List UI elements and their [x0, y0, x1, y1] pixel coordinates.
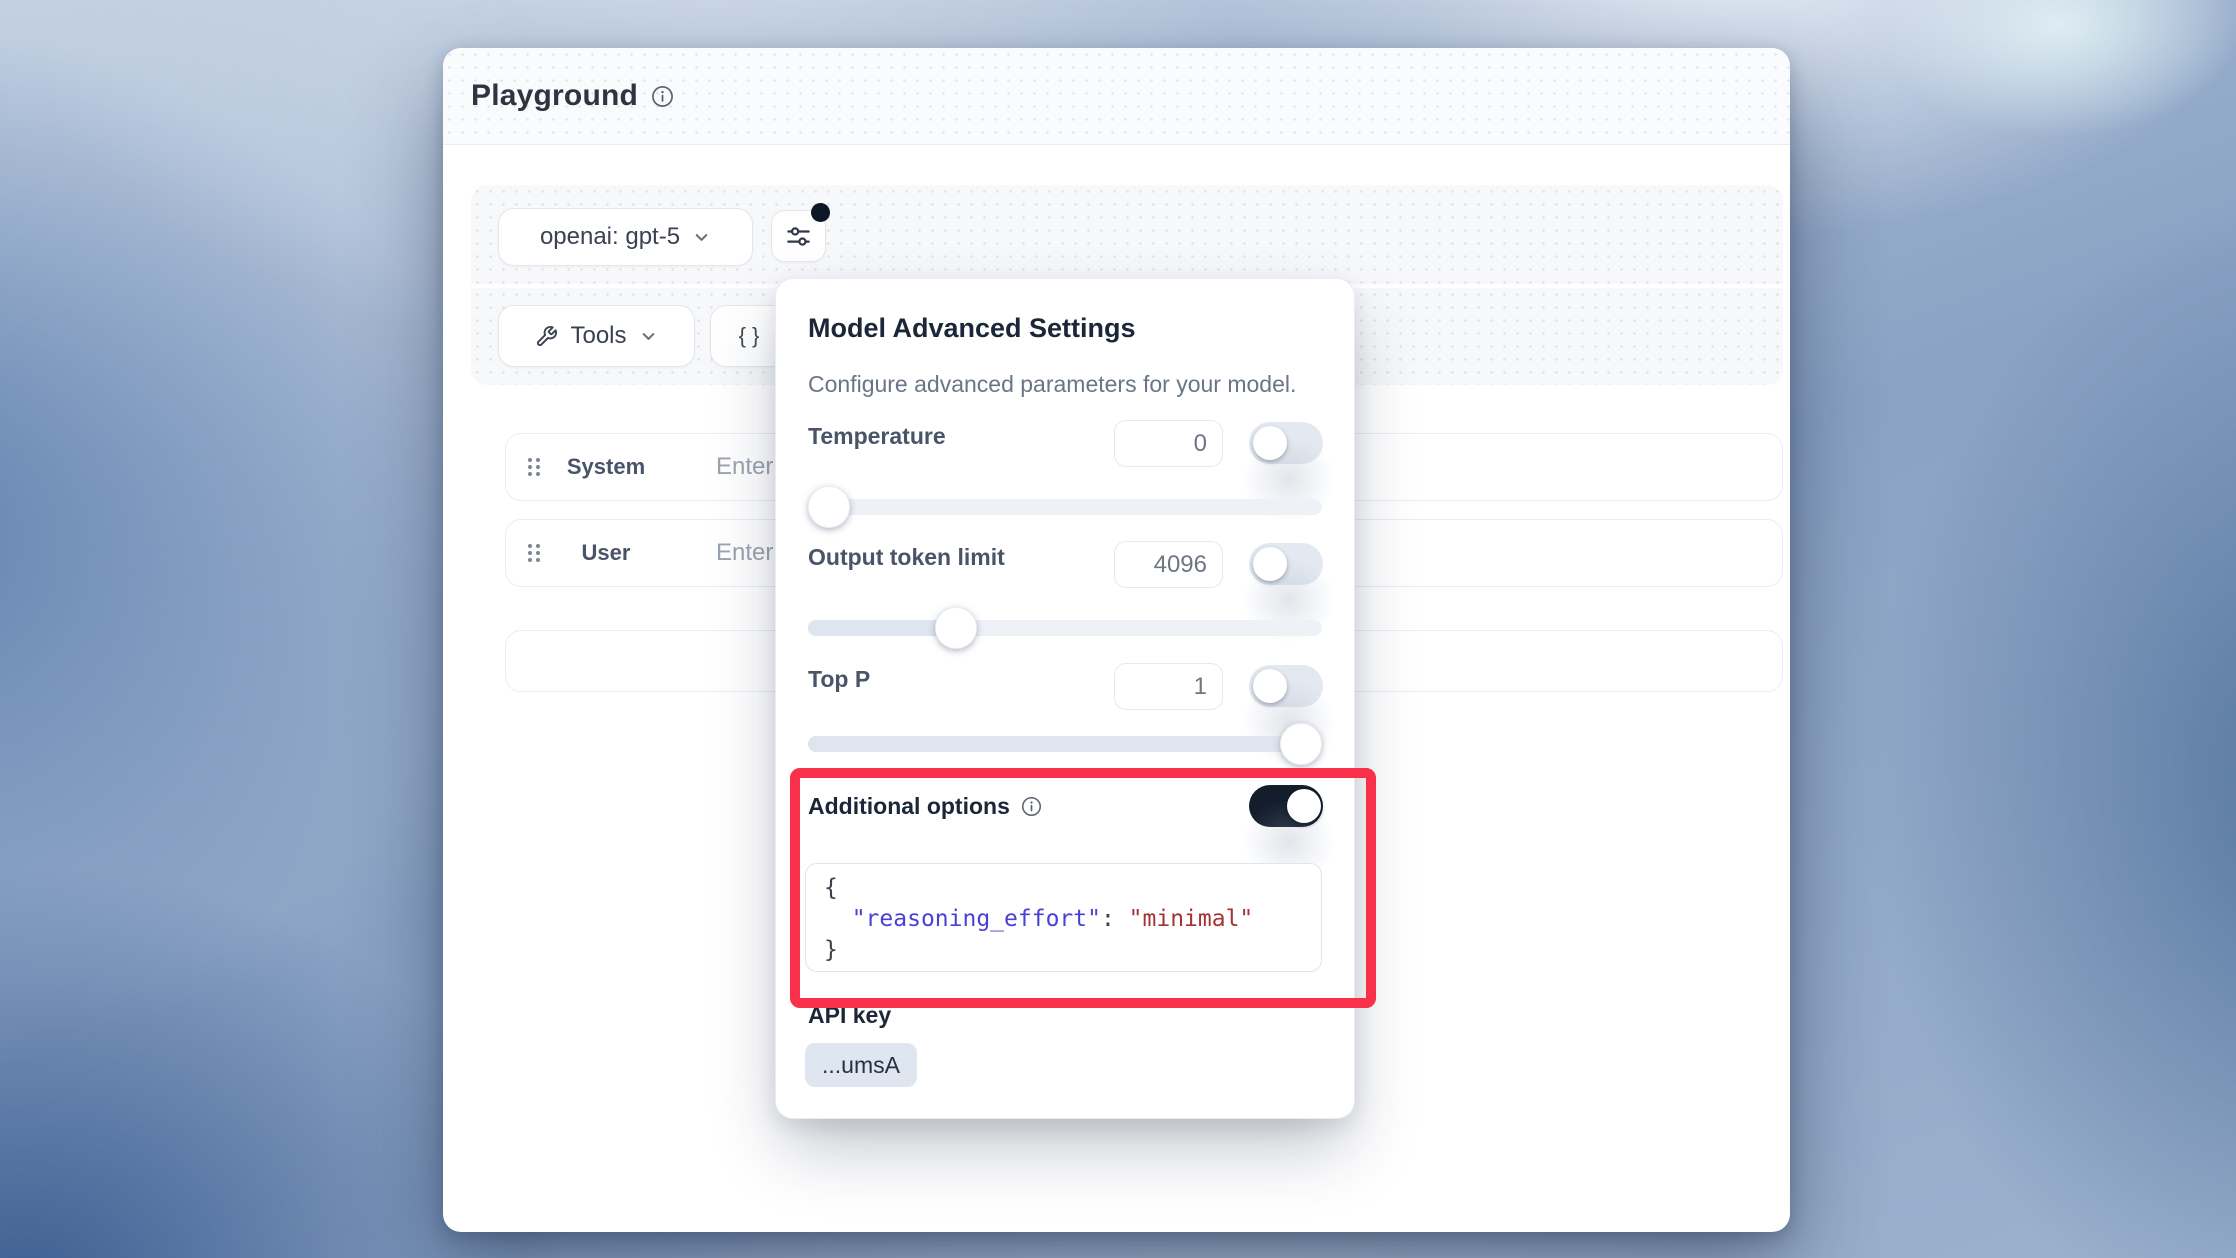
- page-title: Playground: [471, 79, 638, 113]
- popover-subtitle: Configure advanced parameters for your m…: [808, 371, 1296, 398]
- popover-title: Model Advanced Settings: [808, 313, 1136, 344]
- desktop-background: Playground openai: gpt-5: [0, 0, 2236, 1258]
- api-key-badge[interactable]: ...umsA: [805, 1043, 917, 1087]
- braces-button-label: { }: [739, 323, 760, 349]
- top-p-toggle[interactable]: [1249, 665, 1323, 707]
- output-token-limit-input[interactable]: 4096: [1114, 541, 1223, 588]
- model-selector-label: openai: gpt-5: [540, 223, 680, 251]
- output-token-limit-label: Output token limit: [808, 544, 1005, 571]
- chevron-down-icon: [692, 228, 711, 247]
- annotation-highlight-rectangle: [790, 768, 1376, 1008]
- info-icon[interactable]: [651, 85, 674, 108]
- top-p-slider[interactable]: [808, 736, 1322, 752]
- output-token-limit-slider[interactable]: [808, 620, 1322, 636]
- drag-handle-icon[interactable]: [528, 544, 540, 562]
- slider-thumb[interactable]: [935, 607, 977, 649]
- model-selector-dropdown[interactable]: openai: gpt-5: [498, 208, 753, 266]
- model-advanced-settings-button[interactable]: [771, 210, 826, 262]
- tools-dropdown-button[interactable]: Tools: [498, 305, 695, 367]
- tools-button-label: Tools: [570, 322, 626, 350]
- playground-window: Playground openai: gpt-5: [443, 48, 1790, 1232]
- page-header: Playground: [443, 48, 1790, 145]
- unsaved-indicator-dot: [811, 203, 830, 222]
- drag-handle-icon[interactable]: [528, 458, 540, 476]
- temperature-slider[interactable]: [808, 499, 1322, 515]
- temperature-label: Temperature: [808, 423, 946, 450]
- wrench-icon: [535, 325, 558, 348]
- temperature-input[interactable]: 0: [1114, 420, 1223, 467]
- slider-thumb[interactable]: [1280, 723, 1322, 765]
- top-p-label: Top P: [808, 666, 870, 693]
- message-input-placeholder[interactable]: Enter: [716, 539, 773, 567]
- chevron-down-icon: [639, 327, 658, 346]
- message-input-placeholder[interactable]: Enter: [716, 453, 773, 481]
- sliders-icon: [785, 223, 812, 250]
- temperature-toggle[interactable]: [1249, 422, 1323, 464]
- message-role-label: User: [540, 540, 672, 566]
- output-token-limit-toggle[interactable]: [1249, 543, 1323, 585]
- slider-thumb[interactable]: [808, 486, 850, 528]
- top-p-input[interactable]: 1: [1114, 663, 1223, 710]
- message-role-label: System: [540, 454, 672, 480]
